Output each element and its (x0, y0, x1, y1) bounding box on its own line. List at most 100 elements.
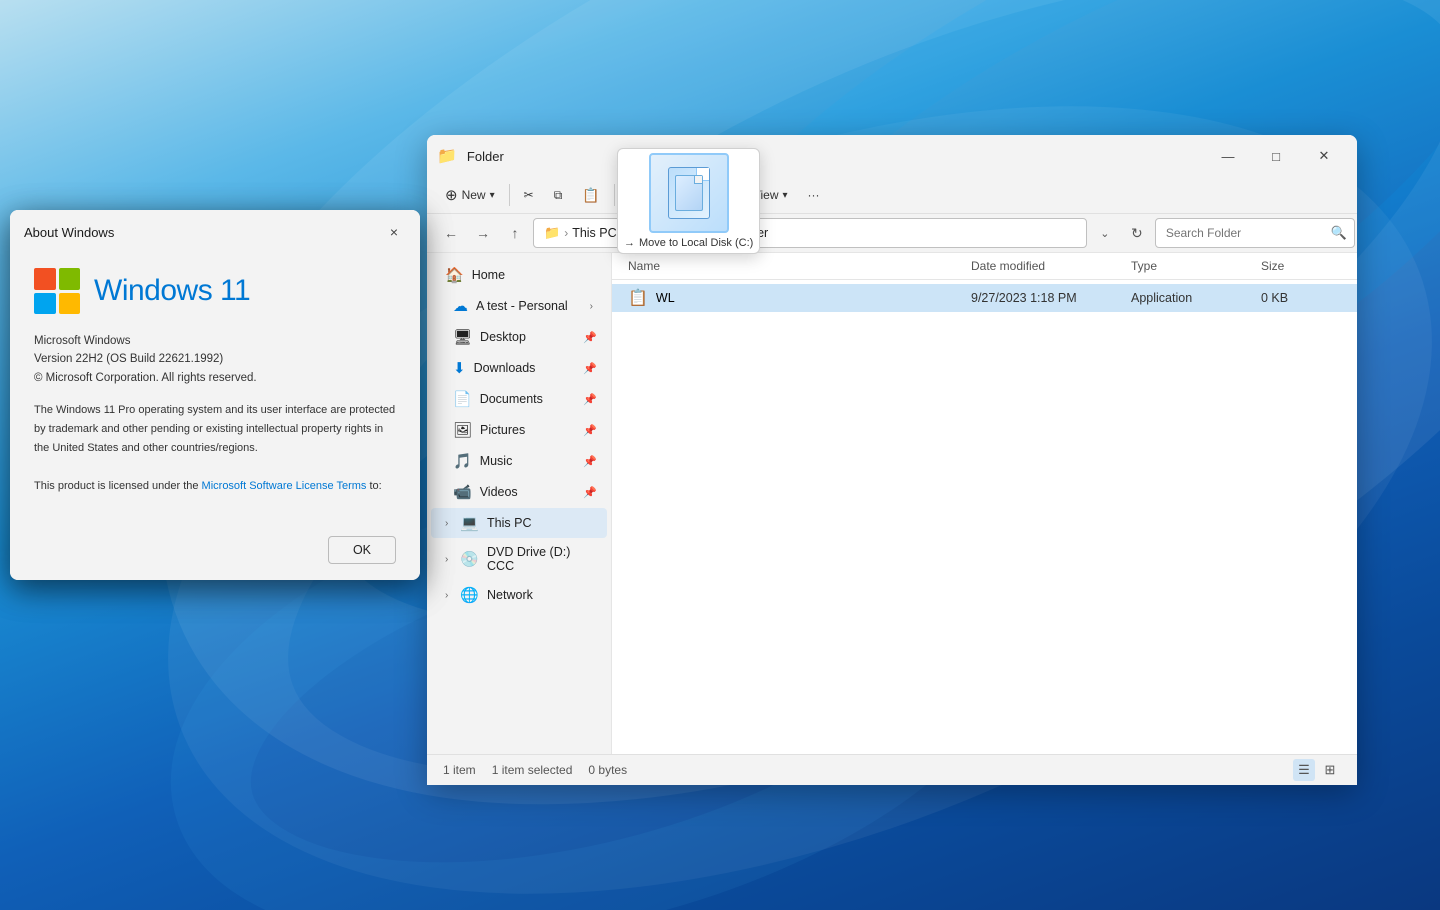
license-link[interactable]: Microsoft Software License Terms (202, 480, 367, 492)
breadcrumb-part-root: › (564, 226, 568, 240)
breadcrumb-folder-icon: 📁 (544, 225, 560, 241)
view-dropdown-icon: ▾ (782, 190, 787, 201)
search-input[interactable] (1155, 218, 1355, 248)
file-type: Application (1131, 291, 1261, 305)
sidebar-item-this-pc-label: This PC (487, 516, 597, 530)
file-date: 9/27/2023 1:18 PM (971, 291, 1131, 305)
sidebar-item-atest-label: A test - Personal (476, 299, 582, 313)
file-name-text: WL (656, 291, 675, 305)
table-row[interactable]: 📋 WL 9/27/2023 1:18 PM Application 0 KB (612, 284, 1357, 312)
sidebar-item-desktop-label: Desktop (480, 330, 575, 344)
column-size[interactable]: Size (1261, 259, 1341, 273)
minimize-button[interactable]: — (1205, 141, 1251, 171)
status-size: 0 bytes (588, 763, 627, 777)
explorer-titlebar: 📁 Folder — □ ✕ (427, 135, 1357, 177)
cloud-icon: ☁ (453, 297, 468, 315)
explorer-folder-icon: 📁 (437, 146, 457, 166)
sidebar-item-desktop[interactable]: 🖥 Desktop 📌 (431, 322, 607, 352)
sidebar-item-music-label: Music (480, 454, 576, 468)
about-version-info: Microsoft Windows Version 22H2 (OS Build… (34, 332, 396, 387)
more-button[interactable]: ··· (800, 183, 828, 207)
copy-button[interactable]: ⧉ (546, 183, 571, 208)
column-name[interactable]: Name (628, 259, 971, 273)
grid-view-button[interactable]: ⊞ (1319, 759, 1341, 781)
drag-label: → Move to Local Disk (C:) (624, 237, 753, 249)
paste-button[interactable]: 📋 (574, 182, 607, 209)
close-button[interactable]: ✕ (1301, 141, 1347, 171)
search-submit-button[interactable]: 🔍 (1331, 225, 1347, 241)
cut-button[interactable]: ✂ (516, 183, 542, 207)
sidebar-item-videos-label: Videos (480, 485, 576, 499)
file-size: 0 KB (1261, 291, 1341, 305)
videos-pin-icon: 📌 (583, 486, 597, 499)
status-item-count: 1 item (443, 763, 476, 777)
list-view-button[interactable]: ☰ (1293, 759, 1315, 781)
sidebar-item-home[interactable]: 🏠 Home (431, 260, 607, 290)
pictures-pin-icon: 📌 (583, 424, 597, 437)
file-header: Name Date modified Type Size (612, 253, 1357, 280)
ok-button[interactable]: OK (328, 536, 396, 564)
sidebar-item-downloads-label: Downloads (474, 361, 576, 375)
drag-file-preview (649, 153, 729, 233)
this-pc-expand-icon[interactable]: › (445, 518, 448, 529)
sidebar-item-pictures-label: Pictures (480, 423, 575, 437)
forward-button[interactable]: → (469, 219, 497, 247)
desktop-pin-icon: 📌 (583, 331, 597, 344)
sidebar-item-network[interactable]: › 🌐 Network (431, 580, 607, 610)
dropdown-button[interactable]: ⌄ (1091, 219, 1119, 247)
sidebar-item-documents-label: Documents (480, 392, 576, 406)
breadcrumb-this-pc: This PC (572, 226, 616, 240)
status-selected: 1 item selected (492, 763, 573, 777)
sidebar-item-videos[interactable]: 📹 Videos 📌 (431, 477, 607, 507)
cut-icon: ✂ (524, 188, 534, 202)
file-icon-wl: 📋 (628, 288, 648, 308)
titlebar-controls: — □ ✕ (1205, 141, 1347, 171)
sidebar: 🏠 Home ☁ A test - Personal › 🖥 Desktop 📌… (427, 253, 612, 754)
about-dialog-footer: OK (10, 536, 420, 580)
documents-pin-icon: 📌 (583, 393, 597, 406)
videos-icon: 📹 (453, 483, 472, 501)
sidebar-item-atest[interactable]: ☁ A test - Personal › (431, 291, 607, 321)
music-icon: 🎵 (453, 452, 472, 470)
drag-arrow-icon: → (624, 237, 635, 249)
about-dialog: About Windows × Windows 11 Microsoft Win… (10, 210, 420, 580)
maximize-button[interactable]: □ (1253, 141, 1299, 171)
windows11-title: Windows 11 (94, 274, 250, 308)
toolbar-separator-2 (614, 184, 615, 206)
paste-icon: 📋 (582, 187, 599, 204)
downloads-pin-icon: 📌 (583, 362, 597, 375)
file-area: Name Date modified Type Size 📋 WL 9/27/2… (612, 253, 1357, 754)
sidebar-item-pictures[interactable]: 🖼 Pictures 📌 (431, 415, 607, 445)
up-button[interactable]: ↑ (501, 219, 529, 247)
about-dialog-close-button[interactable]: × (382, 220, 406, 244)
downloads-icon: ⬇ (453, 359, 466, 377)
toolbar-separator-1 (509, 184, 510, 206)
new-button[interactable]: ⊕ New ▾ (437, 181, 503, 209)
back-button[interactable]: ← (437, 219, 465, 247)
column-type[interactable]: Type (1131, 259, 1261, 273)
desktop-icon: 🖥 (453, 328, 472, 346)
drag-tooltip: → Move to Local Disk (C:) (617, 148, 760, 254)
about-license-text: This product is licensed under the Micro… (34, 477, 396, 496)
network-expand-icon[interactable]: › (445, 590, 448, 601)
home-icon: 🏠 (445, 266, 464, 284)
drag-file-page-icon (668, 167, 710, 219)
dvd-icon: 💿 (460, 550, 479, 568)
dvd-expand-icon[interactable]: › (445, 554, 448, 565)
atest-expand-icon[interactable]: › (590, 301, 593, 312)
sidebar-item-documents[interactable]: 📄 Documents 📌 (431, 384, 607, 414)
about-dialog-content: Windows 11 Microsoft Windows Version 22H… (10, 252, 420, 536)
win11-logo-area: Windows 11 (34, 268, 396, 314)
sidebar-item-this-pc[interactable]: › 💻 This PC (431, 508, 607, 538)
new-dropdown-icon: ▾ (490, 190, 495, 201)
about-dialog-title: About Windows (24, 225, 114, 240)
sidebar-item-dvd-drive[interactable]: › 💿 DVD Drive (D:) CCC (431, 539, 607, 579)
about-legal-text: The Windows 11 Pro operating system and … (34, 401, 396, 457)
refresh-button[interactable]: ↻ (1123, 219, 1151, 247)
status-bar: 1 item 1 item selected 0 bytes ☰ ⊞ (427, 754, 1357, 785)
more-icon: ··· (808, 188, 820, 202)
column-date[interactable]: Date modified (971, 259, 1131, 273)
copy-icon: ⧉ (554, 188, 563, 203)
sidebar-item-downloads[interactable]: ⬇ Downloads 📌 (431, 353, 607, 383)
sidebar-item-music[interactable]: 🎵 Music 📌 (431, 446, 607, 476)
